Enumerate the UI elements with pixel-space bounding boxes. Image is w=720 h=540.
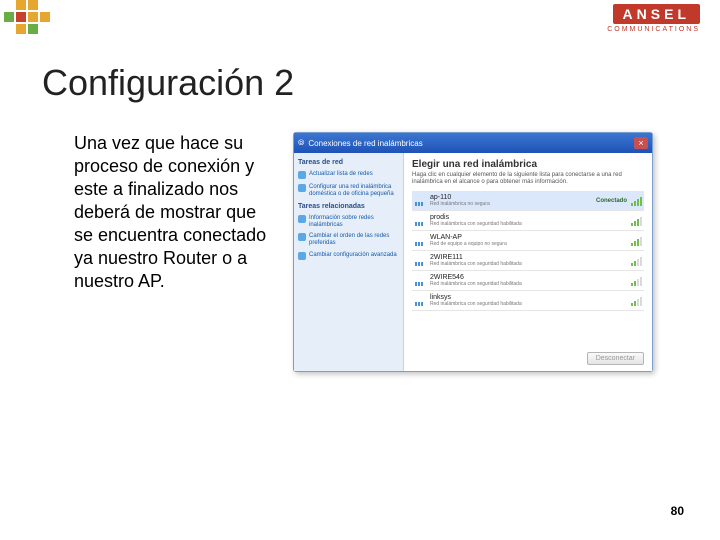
sidebar-group2: Tareas relacionadas <box>298 201 399 211</box>
brand-name: ANSEL <box>613 4 700 24</box>
status-badge: Conectado <box>596 198 627 204</box>
sidebar-group1: Tareas de red <box>298 157 399 167</box>
wifi-icon <box>414 296 426 306</box>
window-titlebar: ⦾ Conexiones de red inalámbricas × <box>294 133 652 153</box>
network-item[interactable]: 2WIRE111Red inalámbrica con seguridad ha… <box>412 251 644 271</box>
page-number: 80 <box>671 504 684 518</box>
main-panel: Elegir una red inalámbrica Haga clic en … <box>404 153 652 371</box>
network-item[interactable]: ap-110Red inalámbrica no segura Conectad… <box>412 191 644 211</box>
refresh-icon <box>298 171 306 179</box>
star-icon <box>298 233 306 241</box>
sidebar-item-setup[interactable]: Configurar una red inalámbrica doméstica… <box>298 183 399 198</box>
network-item[interactable]: prodisRed inalámbrica con seguridad habi… <box>412 211 644 231</box>
sidebar-item-info[interactable]: Información sobre redes inalámbricas <box>298 214 399 229</box>
signal-icon <box>631 296 642 306</box>
sidebar-item-refresh[interactable]: Actualizar lista de redes <box>298 170 399 180</box>
wifi-icon <box>414 236 426 246</box>
sidebar: Tareas de red Actualizar lista de redes … <box>294 153 404 371</box>
sidebar-item-advanced[interactable]: Cambiar configuración avanzada <box>298 251 399 261</box>
wifi-icon <box>414 196 426 206</box>
slide-header: ANSEL COMMUNICATIONS <box>0 0 720 40</box>
antenna-icon: ⦾ <box>298 138 304 148</box>
brand-block: ANSEL COMMUNICATIONS <box>607 4 700 33</box>
sidebar-item-order[interactable]: Cambiar el orden de las redes preferidas <box>298 232 399 247</box>
wifi-icon <box>414 256 426 266</box>
wifi-icon <box>414 276 426 286</box>
body-text: Una vez que hace su proceso de conexión … <box>74 132 269 372</box>
signal-icon <box>631 196 642 206</box>
signal-icon <box>631 256 642 266</box>
signal-icon <box>631 216 642 226</box>
home-icon <box>298 184 306 192</box>
slide-content: Una vez que hace su proceso de conexión … <box>74 132 720 372</box>
close-icon[interactable]: × <box>634 137 648 149</box>
network-item[interactable]: 2WIRE546Red inalámbrica con seguridad ha… <box>412 271 644 291</box>
pixel-logo <box>0 0 60 40</box>
window-body: Tareas de red Actualizar lista de redes … <box>294 153 652 371</box>
slide-title: Configuración 2 <box>42 62 720 104</box>
wifi-icon <box>414 216 426 226</box>
signal-icon <box>631 276 642 286</box>
main-subtext: Haga clic en cualquier elemento de la si… <box>412 172 644 185</box>
network-list: ap-110Red inalámbrica no segura Conectad… <box>412 191 644 347</box>
window-title: Conexiones de red inalámbricas <box>308 139 422 148</box>
signal-icon <box>631 236 642 246</box>
embedded-screenshot: ⦾ Conexiones de red inalámbricas × Tarea… <box>293 132 653 372</box>
network-item[interactable]: WLAN-APRed de equipo a equipo no segura <box>412 231 644 251</box>
main-heading: Elegir una red inalámbrica <box>412 159 644 170</box>
brand-subtitle: COMMUNICATIONS <box>607 26 700 33</box>
network-item[interactable]: linksysRed inalámbrica con seguridad hab… <box>412 291 644 311</box>
disconnect-button[interactable]: Desconectar <box>587 352 644 365</box>
gear-icon <box>298 252 306 260</box>
info-icon <box>298 215 306 223</box>
